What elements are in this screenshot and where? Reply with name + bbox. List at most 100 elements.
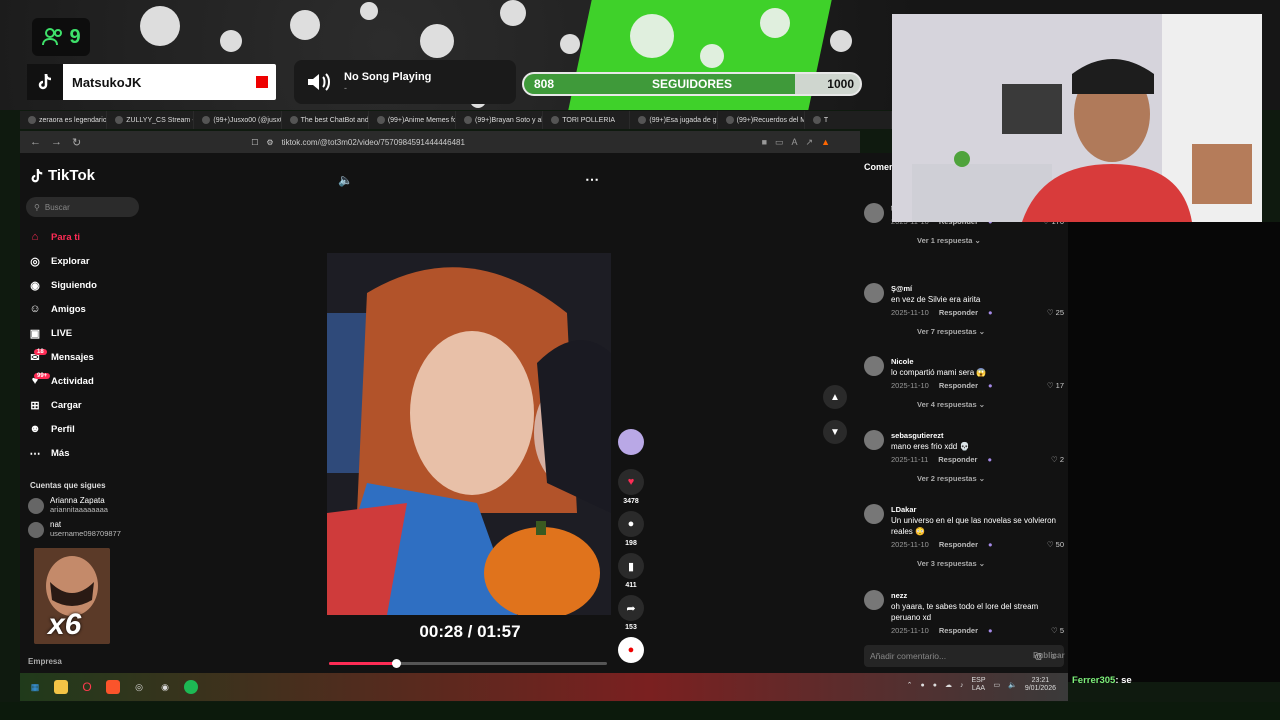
browser-tab[interactable]: TORI POLLERIA	[543, 111, 631, 129]
share-icon[interactable]: ↗	[806, 137, 814, 148]
browser-tab[interactable]: (99+)Jusxo00 (@jusx0	[194, 111, 282, 129]
tray-icon[interactable]: ☁	[945, 681, 952, 689]
menu-item-amigos[interactable]: ☺ Amigos	[28, 297, 97, 321]
prev-video-button[interactable]: ▲	[823, 385, 847, 409]
following-item[interactable]: Arianna Zapata ariannitaaaaaaaa	[28, 496, 108, 514]
windows-start-icon[interactable]: ▦	[28, 680, 42, 694]
spotify-icon[interactable]	[184, 680, 198, 694]
app-icon[interactable]: ◎	[132, 680, 146, 694]
menu-item-explorar[interactable]: ◎ Explorar	[28, 249, 97, 273]
like-button[interactable]: ♥	[618, 469, 644, 495]
comment-button[interactable]: ●	[618, 511, 644, 537]
view-replies-button[interactable]: Ver 2 respuestas ⌄	[917, 473, 1064, 484]
reply-button[interactable]: Responder	[938, 454, 977, 465]
view-replies-button[interactable]: Ver 1 respuesta ⌄	[917, 235, 1064, 246]
reload-icon[interactable]: ↻	[72, 136, 81, 149]
search-input[interactable]: ⚲ Buscar	[26, 197, 139, 217]
comment-user[interactable]: LDakar	[891, 504, 1064, 515]
back-icon[interactable]: ←	[30, 136, 41, 149]
avatar[interactable]	[864, 504, 884, 524]
tray-chevron-icon[interactable]: ⌃	[907, 681, 913, 689]
save-button[interactable]: ▮	[618, 553, 644, 579]
tray-icon[interactable]: ●	[921, 682, 925, 689]
extension-icon[interactable]: ■	[762, 137, 767, 148]
url-field[interactable]: tiktok.com/@tot3m02/video/75709845914444…	[282, 138, 465, 147]
avatar[interactable]	[864, 283, 884, 303]
menu-item-mensajes[interactable]: ✉ 18 Mensajes	[28, 345, 97, 369]
menu-item-cargar[interactable]: ⊞ Cargar	[28, 393, 97, 417]
menu-item-para-ti[interactable]: ⌂ Para ti	[28, 225, 97, 249]
avatar[interactable]	[864, 356, 884, 376]
video-progress-bar[interactable]	[329, 659, 607, 668]
menu-item-label: Explorar	[51, 255, 90, 267]
menu-item-label: LIVE	[51, 327, 73, 339]
obs-icon[interactable]: ◉	[158, 680, 172, 694]
creator-avatar[interactable]	[618, 429, 644, 455]
following-item[interactable]: nat username098709877	[28, 520, 121, 538]
video-progress-handle[interactable]	[391, 659, 401, 668]
menu-item-m-s[interactable]: ⋯ Más	[28, 441, 97, 465]
menu-item-siguiendo[interactable]: ◉ Siguiendo	[28, 273, 97, 297]
browser-tab[interactable]: (99+)Recuerdos del M	[718, 111, 805, 129]
footer-empresa[interactable]: Empresa	[28, 657, 62, 666]
browser-tab[interactable]: ZULLYY_CS Stream - W	[107, 111, 195, 129]
more-options-icon[interactable]: ⋯	[585, 171, 599, 188]
menu-item-label: Perfil	[51, 423, 75, 435]
reply-button[interactable]: Responder	[939, 625, 978, 636]
reply-button[interactable]: Responder	[939, 539, 978, 550]
avatar[interactable]	[864, 590, 884, 610]
brave-shield-icon[interactable]: ▲	[821, 137, 830, 148]
avatar[interactable]	[864, 203, 884, 223]
browser-tab[interactable]: zeraora es legendario	[20, 111, 108, 129]
mic-icon[interactable]: ♪	[960, 682, 964, 689]
next-video-button[interactable]: ▼	[823, 420, 847, 444]
comment-like-button[interactable]: ♡ 25	[1047, 307, 1064, 318]
view-replies-button[interactable]: Ver 7 respuestas ⌄	[917, 326, 1064, 337]
browser-tab[interactable]: (99+)Brayan Soto y als	[456, 111, 544, 129]
browser-tab[interactable]: The best ChatBot and	[282, 111, 369, 129]
bookmark-icon[interactable]: ☐	[251, 138, 258, 147]
view-replies-button[interactable]: Ver 4 respuestas ⌄	[917, 399, 1064, 410]
comment-user[interactable]: nezz	[891, 590, 1064, 601]
avatar[interactable]	[864, 430, 884, 450]
volume-icon[interactable]: 🔈	[338, 173, 353, 187]
site-info-icon[interactable]: ⚙	[266, 138, 273, 147]
translate-icon[interactable]: A	[792, 137, 798, 148]
comment-like-button[interactable]: ♡ 50	[1047, 539, 1064, 550]
file-explorer-icon[interactable]	[54, 680, 68, 694]
browser-tab[interactable]: T	[805, 111, 893, 129]
view-replies-button[interactable]: Ver 3 respuestas ⌄	[917, 558, 1064, 569]
publish-button[interactable]: Publicar	[1033, 651, 1065, 660]
menu-item-actividad[interactable]: ♥ 99+ Actividad	[28, 369, 97, 393]
volume-tray-icon[interactable]: 🔈	[1008, 681, 1017, 689]
tiktok-brand[interactable]: TikTok	[30, 167, 95, 184]
menu-item-perfil[interactable]: ☻ Perfil	[28, 417, 97, 441]
share-button[interactable]: ➦	[618, 595, 644, 621]
menu-item-live[interactable]: ▣ LIVE	[28, 321, 97, 345]
forward-icon[interactable]: →	[51, 136, 62, 149]
browser-tab[interactable]: (99+)Anime Memes fo	[369, 111, 457, 129]
reply-button[interactable]: Responder	[939, 380, 978, 391]
comment-user[interactable]: Ş@mí	[891, 283, 1064, 294]
comment-like-button[interactable]: ♡ 2	[1051, 454, 1064, 465]
tiktok-nav-menu: ⌂ Para ti ◎ Explorar ◉ Siguiendo ☺ Amigos ▣ LIVE ✉…	[28, 225, 97, 465]
browser-tab[interactable]: (99+)Esa jugada de gi	[630, 111, 718, 129]
comment-user[interactable]: sebasgutierezt	[891, 430, 1064, 441]
clock[interactable]: 23:21 9/01/2026	[1025, 677, 1056, 693]
opera-icon[interactable]: O	[80, 680, 94, 694]
network-icon[interactable]: ▭	[994, 681, 1001, 689]
video-player[interactable]	[327, 253, 611, 615]
comment-text: Un universo en el que las novelas se vol…	[891, 516, 1056, 536]
comment-like-button[interactable]: ♡ 5	[1051, 625, 1064, 636]
brave-icon[interactable]	[106, 680, 120, 694]
cast-icon[interactable]: ▭	[775, 137, 784, 148]
comment-date: 2025-11-11	[891, 455, 929, 464]
menu-item-label: Actividad	[51, 375, 94, 387]
language-indicator[interactable]: ESP LAA	[971, 677, 985, 693]
comment-user[interactable]: Nicole	[891, 356, 1064, 367]
upload-icon: ⊞	[30, 399, 40, 412]
reply-button[interactable]: Responder	[939, 307, 978, 318]
tray-icon[interactable]: ●	[933, 682, 937, 689]
comment-like-button[interactable]: ♡ 17	[1047, 380, 1064, 391]
music-disc-icon[interactable]: ●	[618, 637, 644, 663]
